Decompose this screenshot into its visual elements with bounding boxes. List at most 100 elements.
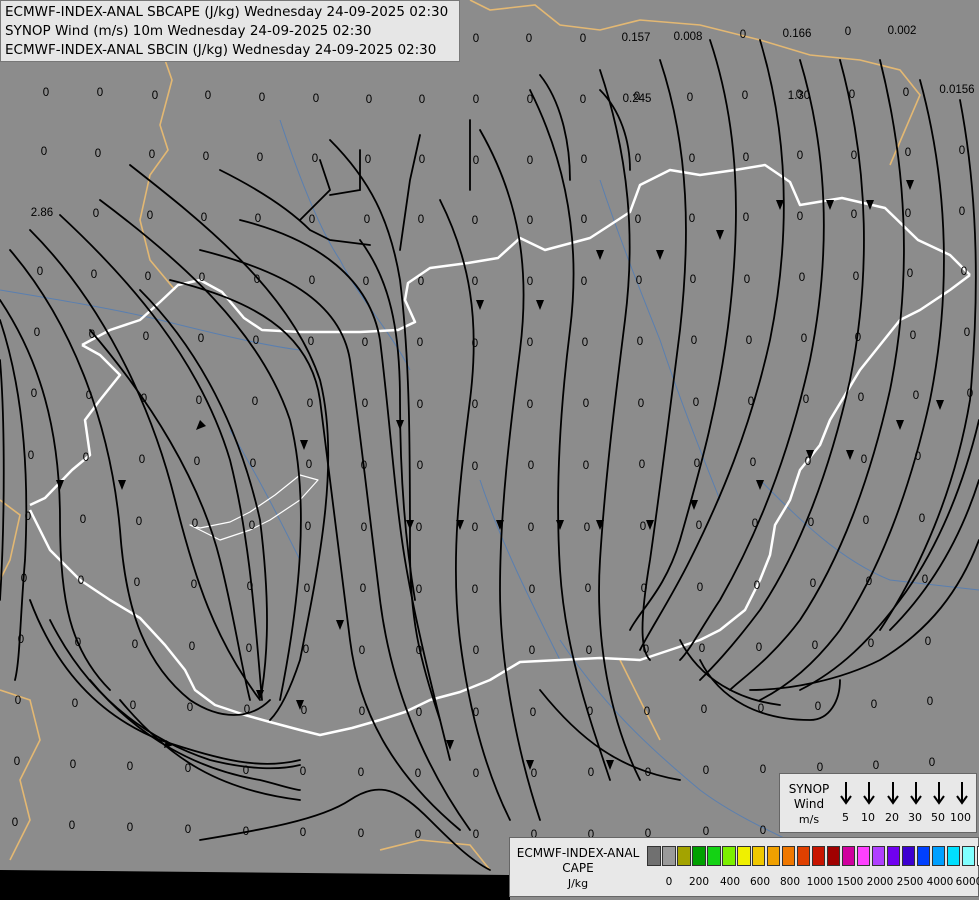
cape-value-label: 0.008 (674, 31, 703, 43)
cape-value-label: 0 (644, 706, 650, 718)
cape-value-label: 0 (855, 332, 861, 344)
cape-value-label: 0 (472, 399, 478, 411)
cape-value-label: 0 (927, 696, 933, 708)
cape-value-label: 0 (915, 451, 921, 463)
cape-value-label: 0 (959, 206, 965, 218)
cape-value-label: 0 (312, 153, 318, 165)
cape-value-label: 0 (192, 518, 198, 530)
cape-swatch (706, 846, 721, 866)
cape-value-label: 0 (243, 765, 249, 777)
cape-value-label: 0 (361, 522, 367, 534)
cape-value-label: 0 (868, 638, 874, 650)
cape-tick-label: 1000 (806, 876, 834, 888)
cape-value-label: 0 (418, 276, 424, 288)
cape-value-label: 0 (903, 87, 909, 99)
cape-value-label: 0 (415, 829, 421, 841)
cape-value-label: 0 (643, 644, 649, 656)
cape-value-label: 0 (581, 276, 587, 288)
cape-value-label: 0 (472, 276, 478, 288)
cape-value-label: 0 (252, 396, 258, 408)
cape-tick-label: 200 (688, 876, 710, 888)
cape-swatch (856, 846, 871, 866)
cape-value-label: 0 (756, 642, 762, 654)
cape-value-label: 0 (361, 460, 367, 472)
cape-value-label: 0 (366, 94, 372, 106)
cape-value-label: 0 (18, 634, 24, 646)
cape-value-label: 0 (752, 518, 758, 530)
cape-value-label: 0 (581, 214, 587, 226)
cape-value-label: 0 (78, 575, 84, 587)
cape-value-label: 0 (913, 390, 919, 402)
cape-value-label: 0 (91, 269, 97, 281)
cape-color-legend: ECMWF-INDEX-ANAL CAPE J/kg 0 200 400 600 800… (509, 837, 979, 897)
cape-value-label: 0 (360, 583, 366, 595)
cape-value-label: 0 (198, 333, 204, 345)
cape-value-label: 0 (473, 94, 479, 106)
cape-value-label: 0 (93, 208, 99, 220)
cape-value-label: 0 (305, 521, 311, 533)
cape-value-label: 0 (247, 581, 253, 593)
cape-value-label: 0 (243, 826, 249, 838)
cape-value-label: 0 (801, 333, 807, 345)
cape-swatch (841, 846, 856, 866)
cape-legend-title: ECMWF-INDEX-ANAL CAPE J/kg (516, 846, 640, 890)
cape-value-label: 0 (205, 90, 211, 102)
cape-value-label: 0 (249, 520, 255, 532)
cape-value-label: 0 (358, 828, 364, 840)
cape-value-label: 0 (419, 94, 425, 106)
cape-value-label: 0 (201, 212, 207, 224)
cape-value-label: 0 (416, 584, 422, 596)
cape-value-label: 0 (815, 701, 821, 713)
cape-value-label: 0 (72, 698, 78, 710)
cape-value-label: 0 (694, 458, 700, 470)
cape-value-label: 0 (244, 704, 250, 716)
cape-value-label: 0 (259, 92, 265, 104)
cape-value-label: 0 (699, 643, 705, 655)
synop-wind-arrows (840, 782, 968, 805)
cape-value-label: 0 (964, 327, 970, 339)
cape-value-label: 0 (691, 335, 697, 347)
cape-value-label: 0 (797, 211, 803, 223)
cape-value-label: 0 (583, 398, 589, 410)
cape-value-label: 0 (472, 338, 478, 350)
cape-value-label: 0 (803, 394, 809, 406)
cape-tick-label: 1500 (836, 876, 864, 888)
cape-value-label: 0 (364, 214, 370, 226)
cape-value-label: 0 (191, 579, 197, 591)
cape-tick-label: 600 (749, 876, 771, 888)
cape-value-label: 0 (635, 153, 641, 165)
cape-value-label: 0 (300, 766, 306, 778)
cape-value-label: 0 (748, 396, 754, 408)
cape-value-label: 0 (584, 522, 590, 534)
cape-value-label: 0 (359, 706, 365, 718)
cape-value-label: 0 (75, 637, 81, 649)
cape-value-label: 0 (89, 329, 95, 341)
cape-value-label: 0 (185, 763, 191, 775)
cape-value-label: 0 (527, 94, 533, 106)
cape-value-label: 0.0156 (939, 84, 974, 96)
cape-value-label: 0 (149, 149, 155, 161)
cape-value-label: 0 (743, 212, 749, 224)
cape-value-label: 0 (473, 155, 479, 167)
cape-value-label: 0 (472, 215, 478, 227)
cape-value-label: 0 (689, 213, 695, 225)
cape-value-label: 0 (419, 154, 425, 166)
cape-value-label: 0 (127, 822, 133, 834)
cape-value-label: 2.86 (31, 207, 53, 219)
cape-value-label: 0 (21, 573, 27, 585)
cape-value-label: 0 (308, 336, 314, 348)
title-line-sbcin: ECMWF-INDEX-ANAL SBCIN (J/kg) Wednesday … (5, 42, 437, 58)
cape-value-label: 0 (309, 275, 315, 287)
cape-swatch (901, 846, 916, 866)
cape-value-label: 0 (583, 460, 589, 472)
cape-value-label: 0 (961, 266, 967, 278)
weather-map[interactable]: 0 0 0 0 0 0 0 0 0 0 0 0 0 0 0 0 0 0 0 0 0 0 0 0 0 0 0 0 0 0 0 0 0 0 0 2.86 0… (0, 0, 979, 900)
cape-value-label: 0.157 (622, 32, 651, 44)
cape-value-label: 0 (529, 645, 535, 657)
cape-value-label: 0 (861, 454, 867, 466)
cape-value-label: 0 (527, 399, 533, 411)
cape-value-label: 0 (134, 577, 140, 589)
cape-value-label: 0 (929, 757, 935, 769)
cape-swatch (766, 846, 781, 866)
cape-value-label: 0 (638, 398, 644, 410)
